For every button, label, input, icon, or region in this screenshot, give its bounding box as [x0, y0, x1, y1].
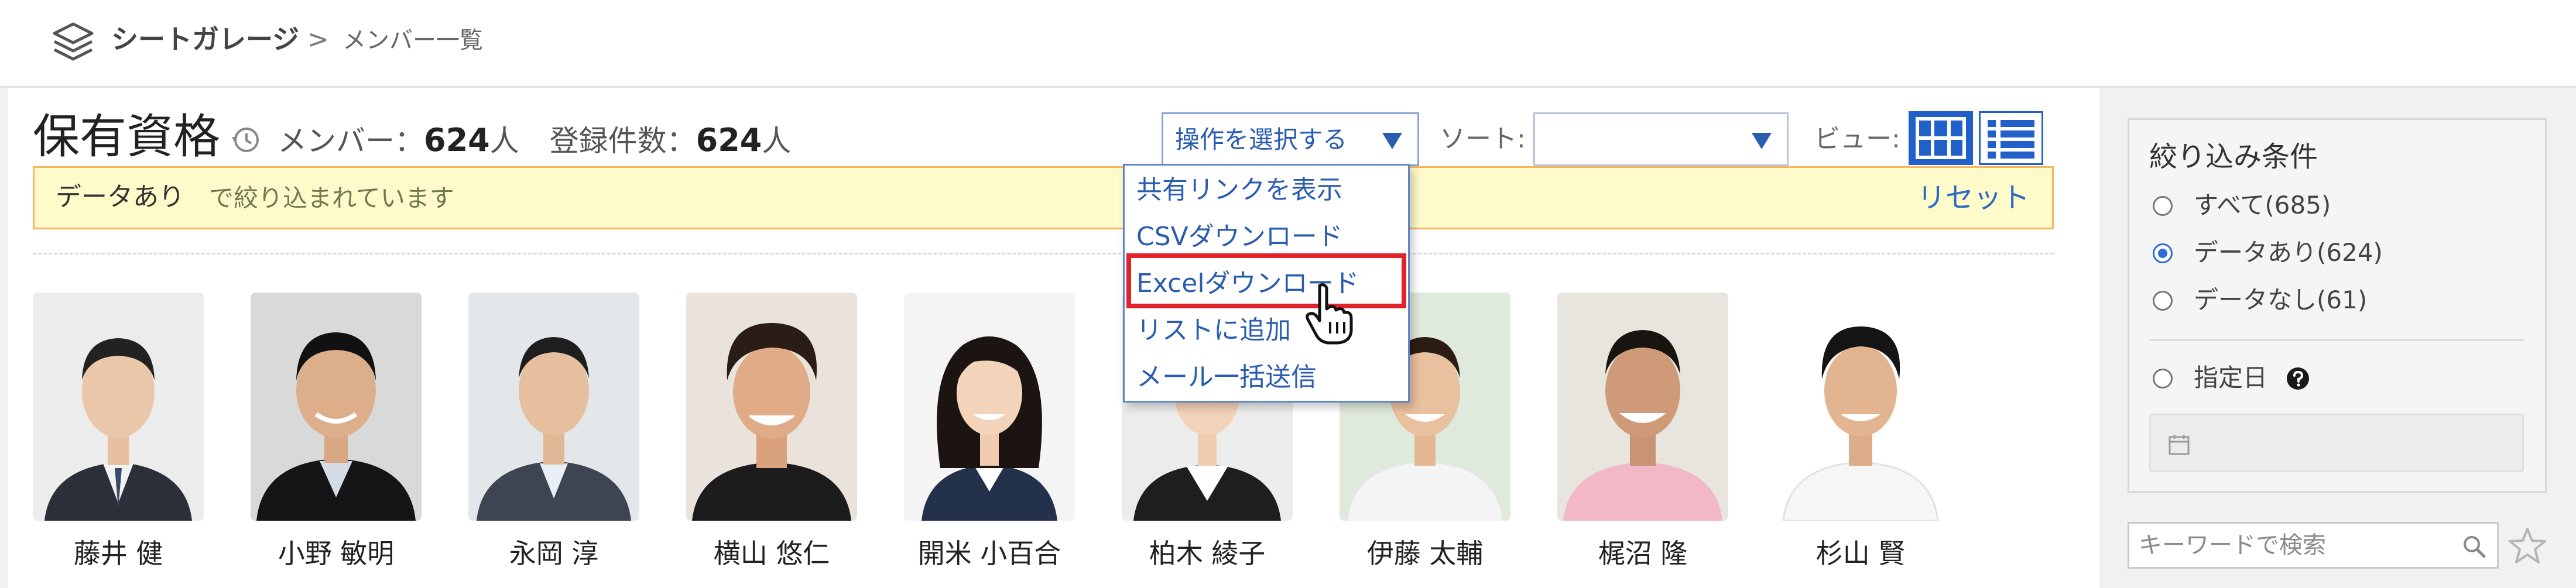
member-count-unit: 人 [489, 124, 519, 158]
top-bar: シートガレージ > メンバー一覧 [0, 0, 2576, 88]
member-count: 624 [424, 122, 490, 159]
avatar [686, 293, 857, 521]
sort-select[interactable] [1533, 112, 1789, 166]
divider [2149, 339, 2524, 341]
chevron-down-icon [1382, 133, 1402, 149]
avatar [1775, 293, 1946, 521]
question-icon[interactable] [2286, 367, 2310, 390]
search-icon[interactable] [2462, 534, 2486, 559]
member-name: 杉山 賢 [1815, 538, 1906, 569]
radio-label-all[interactable]: すべて(685) [2194, 188, 2331, 223]
radio-label-has-data[interactable]: データあり(624) [2194, 235, 2383, 270]
avatar [468, 293, 639, 521]
member-name: 柏木 綾子 [1149, 538, 1266, 569]
grid-icon [1916, 117, 1966, 159]
operation-select[interactable]: 操作を選択する [1162, 112, 1419, 166]
date-field[interactable] [2149, 414, 2524, 472]
calendar-icon [2169, 435, 2190, 455]
page-title: 保有資格 [33, 109, 220, 164]
keyword-search [2128, 522, 2499, 569]
avatar [33, 293, 204, 521]
member-name: 伊藤 太輔 [1366, 538, 1484, 569]
radio-all[interactable] [2153, 196, 2173, 216]
grid-view-button[interactable] [1909, 111, 1973, 165]
history-icon[interactable] [229, 124, 261, 156]
menu-item-share-link[interactable]: 共有リンクを表示 [1136, 171, 1342, 209]
member-name: 藤井 健 [73, 538, 163, 569]
counts: メンバー：624人 登録件数：624人 [278, 117, 791, 164]
filter-value: データあり [56, 182, 184, 212]
member-name: 梶沼 隆 [1598, 538, 1688, 569]
app-name[interactable]: シートガレージ [111, 21, 299, 57]
star-icon[interactable] [2508, 527, 2547, 565]
breadcrumb-separator: > [307, 25, 329, 54]
divider [33, 253, 2054, 255]
reset-link[interactable]: リセット [1917, 178, 2030, 217]
record-count: 624 [696, 122, 762, 159]
record-count-unit: 人 [762, 124, 792, 158]
keyword-search-input[interactable] [2129, 524, 2457, 567]
member-name: 小野 敏明 [278, 538, 395, 569]
filter-panel: 絞り込み条件 すべて(685) データあり(624) データなし(61) 指定日 [2128, 118, 2547, 493]
member-name: 横山 悠仁 [713, 538, 830, 569]
menu-item-highlight [1126, 253, 1406, 308]
avatar [251, 293, 422, 521]
chevron-down-icon [1752, 133, 1772, 149]
filter-status-text: で絞り込まれています [209, 184, 454, 212]
filter-banner: データあり で絞り込まれています リセット [33, 166, 2054, 229]
avatar [1557, 293, 1728, 521]
member-name: 開米 小百合 [917, 538, 1061, 569]
view-label: ビュー: [1814, 124, 1900, 154]
menu-item-bulk-email[interactable]: メール一括送信 [1136, 359, 1317, 396]
breadcrumb-current-page: メンバー一覧 [342, 27, 483, 54]
sort-label: ソート: [1440, 124, 1526, 154]
avatar [904, 293, 1075, 521]
main-panel: 保有資格 メンバー：624人 登録件数：624人 操作を選択する ソート: ビュ… [8, 88, 2099, 588]
record-count-label: 登録件数： [549, 124, 696, 158]
radio-label-specified-date[interactable]: 指定日 [2194, 360, 2267, 396]
menu-item-add-to-list[interactable]: リストに追加 [1136, 312, 1291, 349]
radio-label-no-data[interactable]: データなし(61) [2194, 283, 2367, 318]
radio-specified-date[interactable] [2153, 369, 2173, 388]
filter-panel-title: 絞り込み条件 [2149, 140, 2318, 173]
layers-icon[interactable] [50, 19, 97, 66]
list-icon [1988, 120, 2034, 159]
member-count-label: メンバー： [278, 124, 424, 158]
operation-menu: 共有リンクを表示 CSVダウンロード Excelダウンロード リストに追加 メー… [1123, 164, 1410, 403]
list-view-button[interactable] [1979, 111, 2043, 165]
radio-no-data[interactable] [2153, 291, 2173, 311]
operation-select-value: 操作を選択する [1175, 125, 1348, 154]
hand-cursor-icon [1306, 283, 1353, 345]
radio-has-data[interactable] [2153, 243, 2173, 263]
menu-item-csv-download[interactable]: CSVダウンロード [1136, 218, 1343, 256]
member-name: 永岡 淳 [509, 538, 599, 569]
